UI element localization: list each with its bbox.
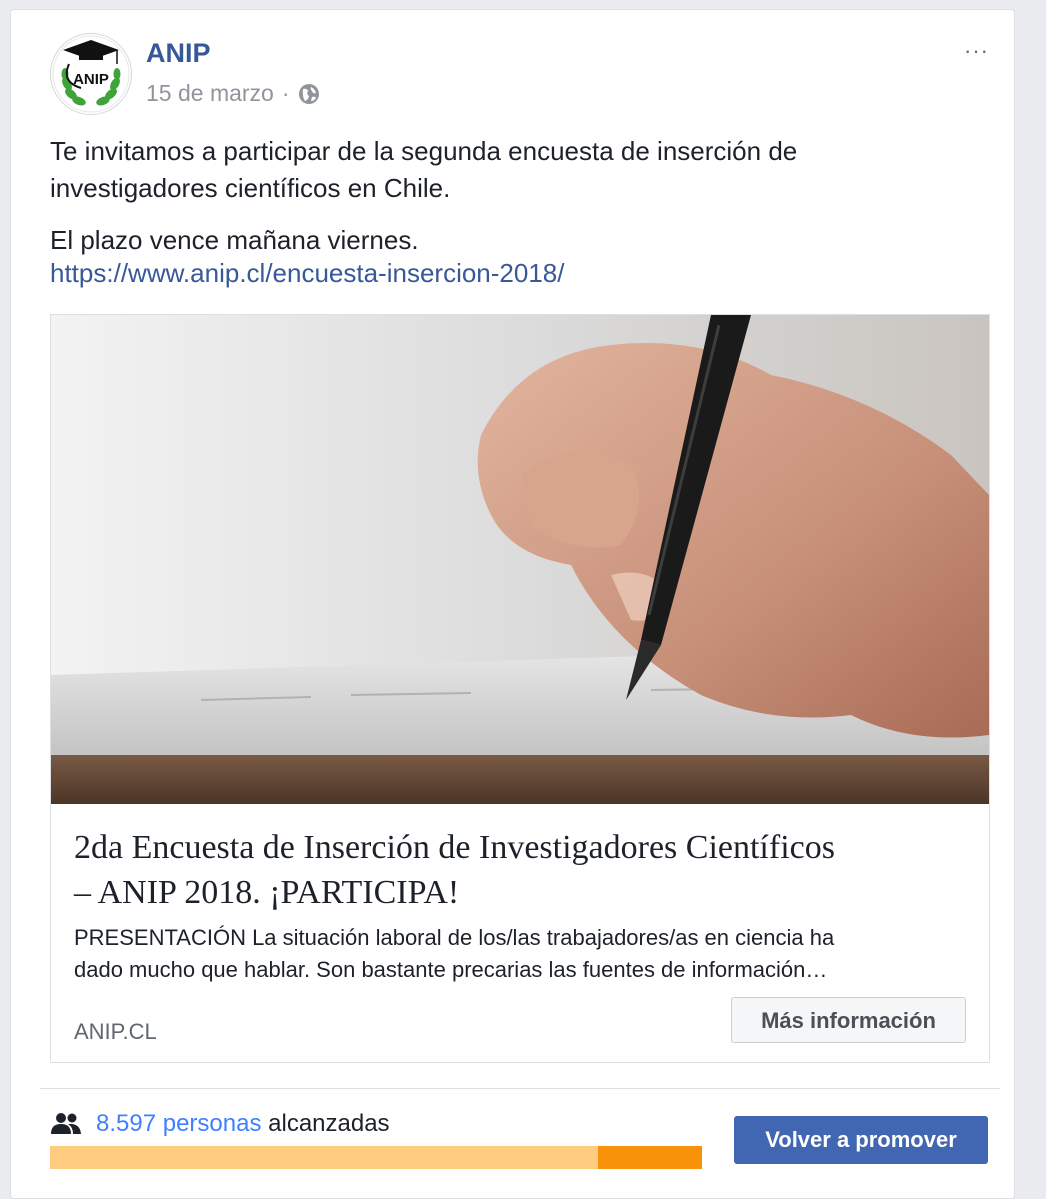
attachment-description: PRESENTACIÓN La situación laboral de los…	[74, 922, 954, 986]
post-text-line-2: investigadores científicos en Chile.	[50, 173, 451, 203]
attachment-description-line-1: PRESENTACIÓN La situación laboral de los…	[74, 925, 835, 950]
avatar[interactable]: ANIP	[50, 33, 132, 115]
attachment-image[interactable]	[51, 315, 989, 804]
reach-progress-bar	[50, 1146, 702, 1169]
reach-summary: 8.597 personas alcanzadas	[50, 1110, 390, 1138]
post-link[interactable]: https://www.anip.cl/encuesta-insercion-2…	[50, 258, 565, 289]
attachment-title[interactable]: 2da Encuesta de Inserción de Investigado…	[74, 825, 974, 915]
anip-logo-icon: ANIP	[52, 35, 130, 113]
attachment-domain: ANIP.CL	[74, 1019, 157, 1044]
attachment-description-line-2: dado mucho que hablar. Son bastante prec…	[74, 957, 828, 982]
post-date[interactable]: 15 de marzo	[146, 80, 274, 107]
more-options-icon[interactable]: ···	[964, 38, 989, 64]
footer-divider	[40, 1088, 1000, 1089]
link-attachment[interactable]: 2da Encuesta de Inserción de Investigado…	[50, 314, 990, 1063]
more-info-button[interactable]: Más información	[731, 997, 966, 1043]
attachment-title-line-1: 2da Encuesta de Inserción de Investigado…	[74, 829, 835, 866]
people-icon	[51, 1113, 81, 1134]
post-meta: 15 de marzo ·	[146, 80, 320, 107]
post-text-line-3: El plazo vence mañana viernes.	[50, 225, 419, 255]
meta-separator: ·	[281, 80, 290, 106]
reach-progress-fill	[597, 1146, 702, 1169]
attachment-title-line-2: – ANIP 2018. ¡PARTICIPA!	[74, 874, 460, 911]
author-name[interactable]: ANIP	[146, 38, 211, 69]
logo-text: ANIP	[73, 71, 109, 88]
reach-label: alcanzadas	[268, 1110, 390, 1137]
post-text-line-1: Te invitamos a participar de la segunda …	[50, 136, 798, 166]
promote-again-button[interactable]: Volver a promover	[734, 1116, 988, 1164]
globe-icon[interactable]	[298, 83, 320, 105]
reach-count-link[interactable]: 8.597 personas	[96, 1110, 261, 1137]
